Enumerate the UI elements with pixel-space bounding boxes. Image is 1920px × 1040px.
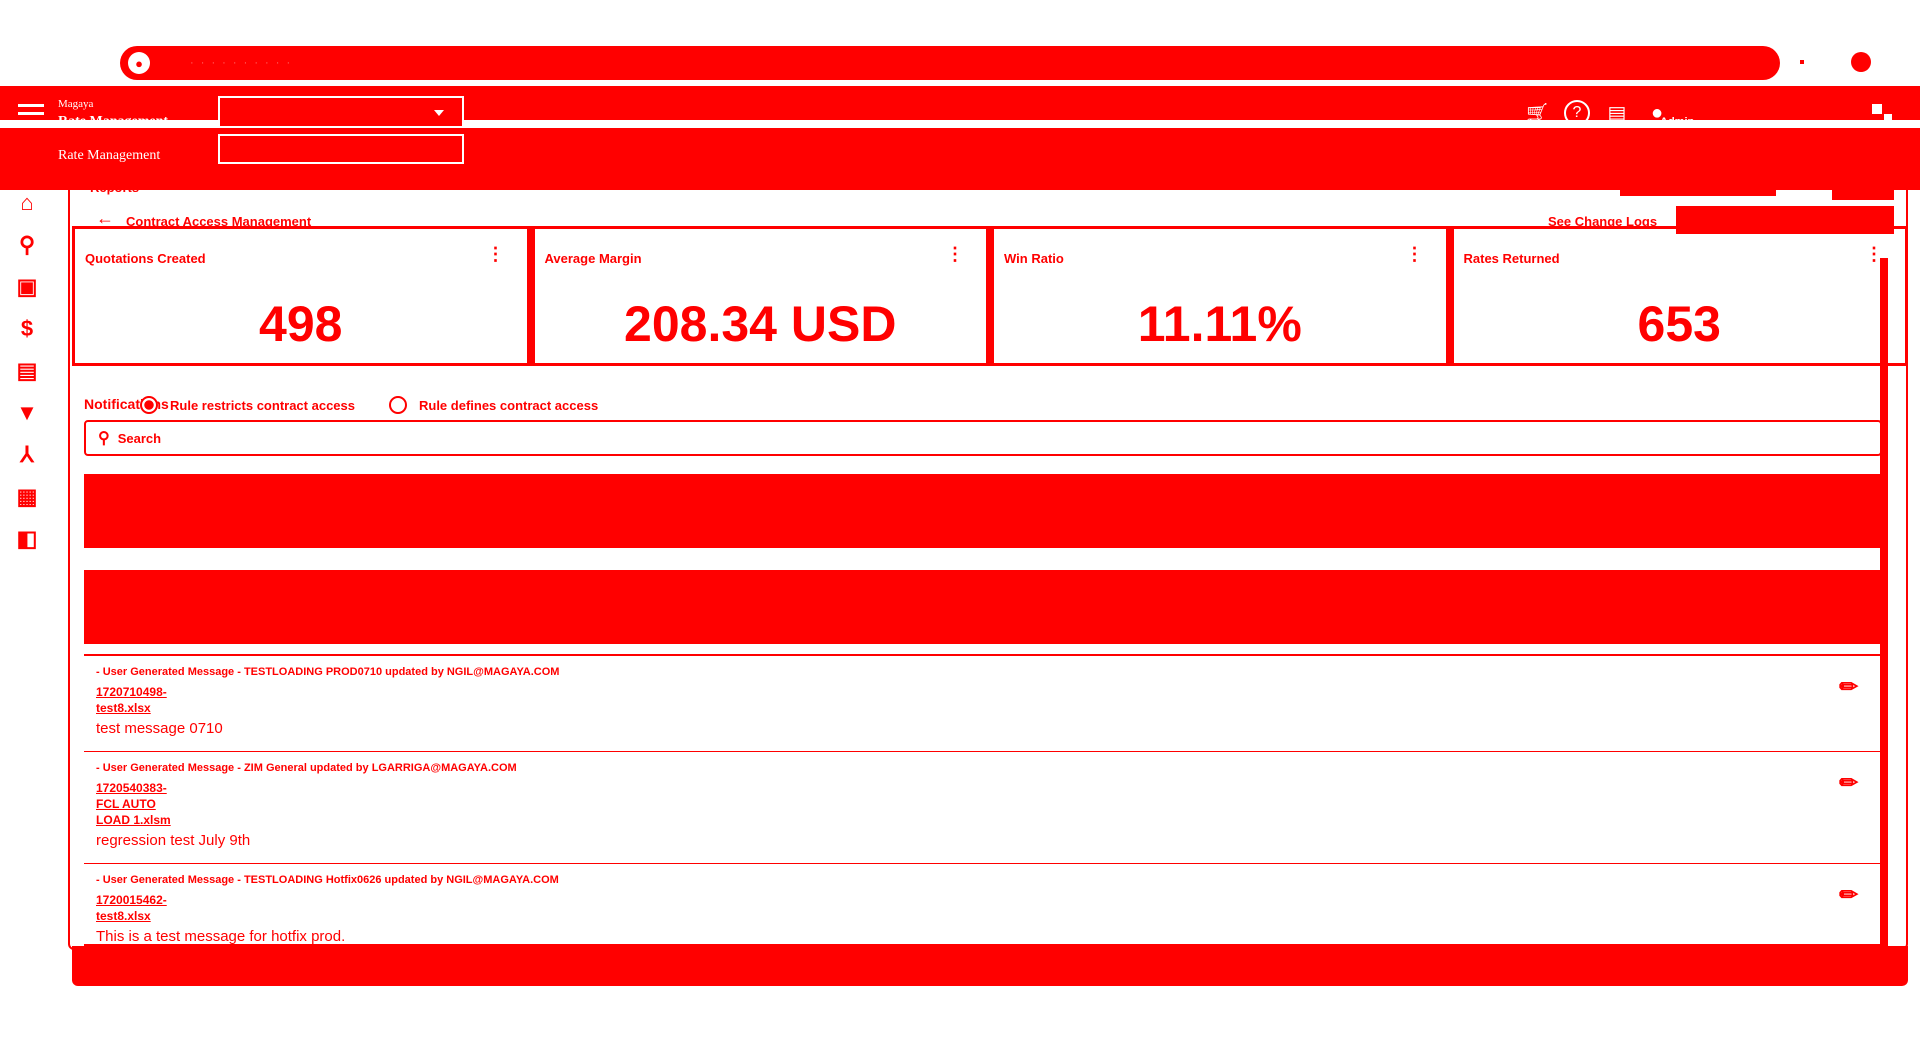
profile-icon[interactable]: [1851, 52, 1871, 72]
app-title-secondary: Rate Management: [58, 148, 161, 163]
kpi-title: Win Ratio: [1004, 251, 1064, 266]
cart-icon[interactable]: 🛒︎: [1524, 100, 1550, 126]
pin-icon[interactable]: ▼: [14, 400, 40, 426]
attachment-link[interactable]: 1720015462-test8.xlsx: [96, 892, 186, 924]
settings-doc-icon[interactable]: ▦: [14, 484, 40, 510]
menu-icon[interactable]: [18, 104, 44, 124]
kpi-value: 653: [1637, 296, 1721, 352]
org-name: Magaya: [58, 98, 94, 110]
home-icon[interactable]: ⌂: [14, 190, 40, 216]
user-name[interactable]: Admin: [1660, 116, 1694, 128]
kpi-card-win-ratio: Win Ratio ⋮ 11.11%: [994, 229, 1454, 363]
search-users-icon[interactable]: ⚲: [14, 232, 40, 258]
notification-body: regression test July 9th: [96, 832, 251, 849]
browser-extension-icon[interactable]: [1800, 60, 1804, 64]
list-item: - User Generated Message - TESTLOADING H…: [84, 864, 1882, 945]
toolbar-button[interactable]: [1832, 178, 1894, 200]
kpi-card-margin: Average Margin ⋮ 208.34 USD: [535, 229, 994, 363]
footer-bar: [72, 946, 1908, 986]
app-title: Rate Management: [58, 114, 169, 129]
window-icon-secondary[interactable]: [1884, 114, 1892, 122]
company-select[interactable]: [218, 96, 464, 128]
window-icon[interactable]: [1872, 104, 1882, 114]
notification-header-bar: [84, 570, 1882, 644]
kpi-title: Average Margin: [544, 251, 642, 266]
kpi-row: Quotations Created ⋮ 498 Average Margin …: [72, 226, 1908, 366]
sidebar: ⌂ ⚲ ▣ $ ▤ ▼ ⅄ ▦ ◧: [14, 190, 50, 568]
list-item: - User Generated Message - ZIM General u…: [84, 752, 1882, 864]
report-icon[interactable]: ▤: [1604, 100, 1630, 126]
more-vert-icon[interactable]: ⋮: [1406, 245, 1424, 263]
notification-meta: - User Generated Message - TESTLOADING H…: [96, 874, 559, 886]
attachment-link[interactable]: 1720710498-test8.xlsx: [96, 684, 186, 716]
search-box[interactable]: ⚲: [84, 420, 1882, 456]
notification-body: test message 0710: [96, 720, 223, 737]
routes-icon[interactable]: ⅄: [14, 442, 40, 468]
document-icon[interactable]: ▣: [14, 274, 40, 300]
kpi-title: Quotations Created: [85, 251, 206, 266]
kpi-card-rates: Rates Returned ⋮ 653: [1454, 229, 1906, 363]
kpi-title: Rates Returned: [1463, 251, 1560, 266]
breadcrumb[interactable]: Reports: [90, 180, 139, 195]
more-vert-icon[interactable]: ⋮: [487, 245, 505, 263]
chevron-down-icon: [434, 110, 444, 116]
radio-restricts-label[interactable]: Rule restricts contract access: [170, 398, 355, 413]
kpi-value: 498: [259, 296, 343, 352]
list-item: - User Generated Message - TESTLOADING P…: [84, 656, 1882, 752]
company-select-secondary[interactable]: [218, 134, 464, 164]
exit-icon[interactable]: ◧: [14, 526, 40, 552]
search-icon: ⚲: [98, 430, 110, 447]
contract-icon[interactable]: ▤: [14, 358, 40, 384]
more-vert-icon[interactable]: ⋮: [946, 245, 964, 263]
help-icon[interactable]: ?: [1564, 100, 1590, 126]
radio-defines-label[interactable]: Rule defines contract access: [419, 398, 598, 413]
browser-url-bar[interactable]: ● · · · · · · · · · ·: [120, 46, 1780, 80]
kpi-value: 11.11%: [1137, 296, 1302, 352]
rule-type-radio-group: Rule restricts contract access Rule defi…: [140, 396, 598, 414]
notification-body: This is a test message for hotfix prod.: [96, 928, 346, 945]
site-icon: ●: [128, 52, 150, 74]
url-text: · · · · · · · · · ·: [190, 57, 293, 69]
notification-meta: - User Generated Message - ZIM General u…: [96, 762, 517, 774]
kpi-card-quotations: Quotations Created ⋮ 498: [75, 229, 535, 363]
kpi-value: 208.34 USD: [624, 296, 897, 352]
radio-defines[interactable]: [388, 396, 407, 414]
dollar-icon[interactable]: $: [14, 316, 40, 342]
header-actions: 🛒︎ ? ▤ ●: [1524, 100, 1670, 126]
toolbar-filter[interactable]: [1620, 178, 1776, 196]
notification-filter-bar[interactable]: [84, 474, 1882, 548]
radio-restricts[interactable]: [140, 396, 158, 414]
attachment-link[interactable]: 1720540383-FCL AUTO LOAD 1.xlsm: [96, 780, 186, 828]
search-input[interactable]: [115, 429, 516, 447]
notification-meta: - User Generated Message - TESTLOADING P…: [96, 666, 560, 678]
notification-list: - User Generated Message - TESTLOADING P…: [84, 654, 1882, 946]
